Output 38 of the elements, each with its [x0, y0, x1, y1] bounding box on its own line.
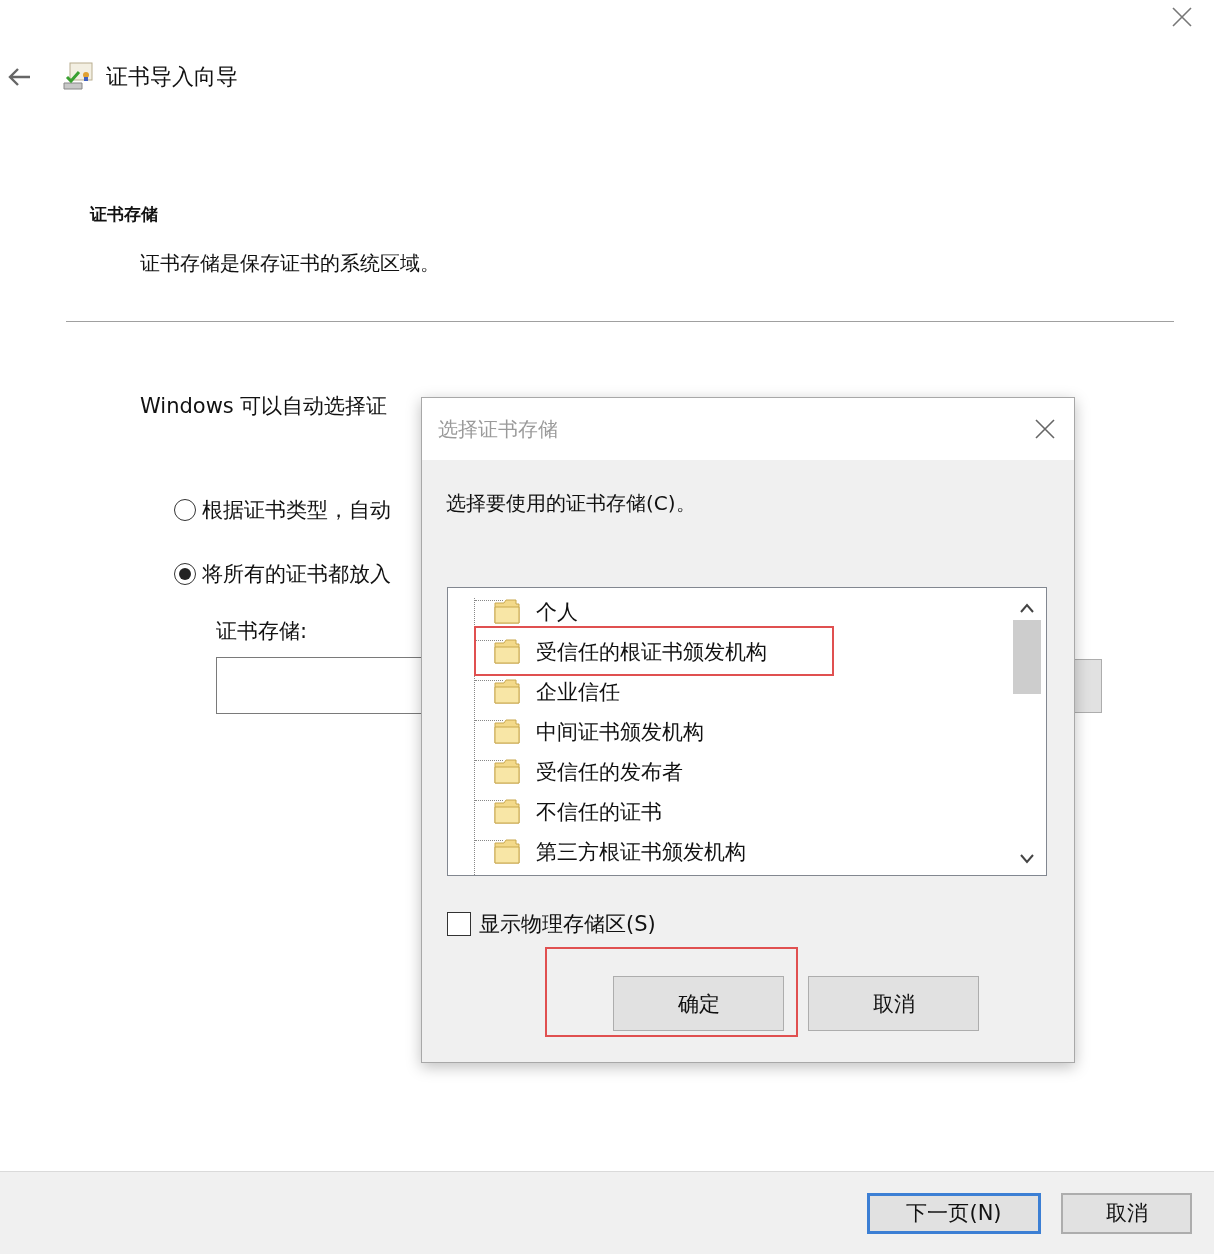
cancel-button[interactable]: 取消: [808, 976, 979, 1031]
tree-item[interactable]: 个人: [536, 598, 578, 626]
radio-label[interactable]: 将所有的证书都放入: [202, 560, 391, 588]
folder-icon: [494, 599, 522, 625]
tree-item[interactable]: 中间证书颁发机构: [536, 718, 704, 746]
dialog-title: 选择证书存储: [438, 415, 558, 443]
close-icon[interactable]: [1034, 418, 1056, 440]
tree-item[interactable]: 受信任的发布者: [536, 758, 683, 786]
intro-text: Windows 可以自动选择证: [140, 393, 389, 420]
folder-icon: [494, 679, 522, 705]
tree-item[interactable]: 受信任的根证书颁发机构: [536, 638, 767, 666]
checkbox-label[interactable]: 显示物理存储区(S): [479, 910, 656, 938]
field-label: 证书存储:: [216, 618, 309, 645]
scrollbar-thumb[interactable]: [1013, 620, 1041, 694]
window-title: 证书导入向导: [106, 63, 238, 91]
checkbox[interactable]: [447, 912, 471, 936]
radio-label[interactable]: 根据证书类型，自动: [202, 496, 391, 524]
radio-button[interactable]: [174, 499, 196, 521]
folder-icon: [494, 639, 522, 665]
scroll-down-icon[interactable]: [1019, 853, 1035, 865]
folder-icon: [494, 799, 522, 825]
tree-item[interactable]: 不信任的证书: [536, 798, 662, 826]
tree-item[interactable]: 企业信任: [536, 678, 620, 706]
close-icon[interactable]: [1170, 5, 1194, 29]
back-arrow-icon[interactable]: [6, 67, 32, 87]
section-description: 证书存储是保存证书的系统区域。: [140, 250, 441, 277]
folder-icon: [494, 839, 522, 865]
certificate-icon: [62, 61, 94, 93]
radio-button[interactable]: [174, 563, 196, 585]
next-button[interactable]: 下一页(N): [867, 1192, 1041, 1234]
folder-icon: [494, 719, 522, 745]
scroll-up-icon[interactable]: [1019, 602, 1035, 614]
prompt-label: 选择要使用的证书存储(C)。: [446, 490, 697, 517]
ok-button[interactable]: 确定: [613, 976, 784, 1031]
cancel-button[interactable]: 取消: [1061, 1192, 1192, 1234]
tree-item[interactable]: 第三方根证书颁发机构: [536, 838, 746, 866]
folder-icon: [494, 759, 522, 785]
section-title: 证书存储: [90, 203, 159, 226]
